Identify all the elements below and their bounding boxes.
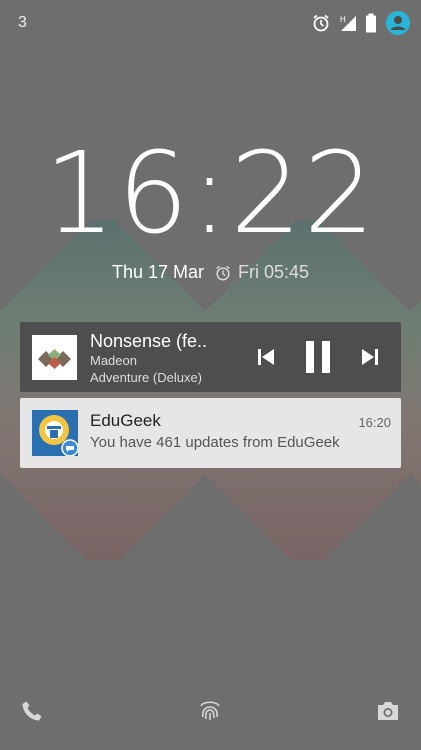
previous-icon[interactable]: [255, 346, 277, 373]
track-artist: Madeon: [90, 353, 137, 368]
lockscreen-clock: 16:22: [44, 129, 377, 259]
notification-app-name: EduGeek: [90, 411, 161, 430]
notification-time: 16:20: [358, 415, 391, 430]
track-album: Adventure (Deluxe): [90, 370, 202, 385]
album-art: [32, 335, 77, 380]
edugeek-app-icon: [32, 410, 79, 457]
date-text: Thu 17 Mar: [111, 262, 204, 282]
user-avatar-icon[interactable]: [385, 10, 411, 36]
edugeek-notification[interactable]: EduGeek 16:20 You have 461 updates from …: [20, 398, 401, 468]
date-row: Thu 17 Mar Fri 05:45: [0, 262, 421, 283]
battery-icon: [365, 13, 377, 33]
next-alarm: Fri 05:45: [214, 262, 309, 283]
status-bar: 3 H: [0, 0, 421, 48]
next-alarm-time: Fri 05:45: [238, 262, 310, 282]
notification-text: You have 461 updates from EduGeek: [90, 434, 340, 451]
signal-icon: H: [339, 14, 357, 32]
alarm-icon: [311, 13, 331, 33]
lockscreen-shortcuts: [0, 690, 421, 750]
track-title: Nonsense (fe..: [90, 331, 208, 351]
alarm-icon: [216, 265, 230, 280]
phone-icon[interactable]: [20, 699, 44, 728]
next-icon[interactable]: [359, 346, 381, 373]
camera-icon[interactable]: [375, 699, 401, 728]
svg-text:H: H: [340, 15, 346, 24]
media-notification[interactable]: Nonsense (fe.. Madeon Adventure (Deluxe): [20, 322, 401, 392]
fingerprint-icon[interactable]: [197, 697, 223, 728]
pause-icon[interactable]: [303, 340, 333, 379]
notification-count: 3: [18, 14, 27, 31]
